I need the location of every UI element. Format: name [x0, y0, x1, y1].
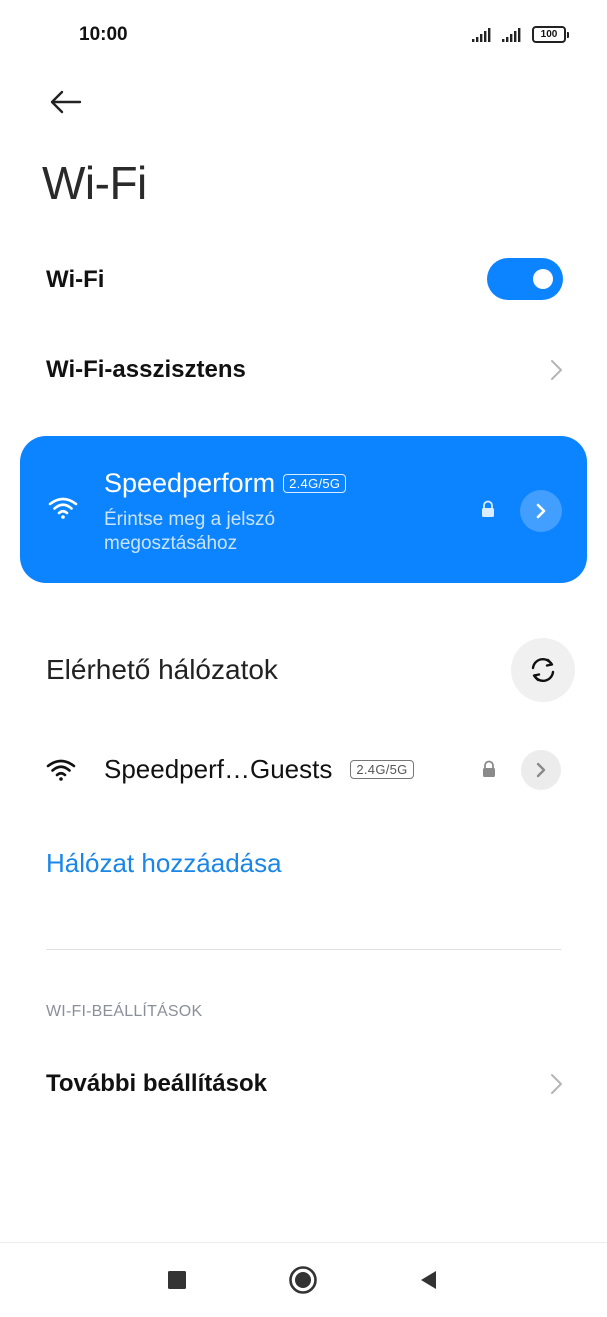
- wifi-assistant-label: Wi-Fi-asszisztens: [46, 356, 246, 383]
- network-name: Speedperf…Guests: [104, 754, 333, 784]
- arrow-left-icon: [50, 90, 82, 114]
- share-password-hint: Érintse meg a jelszó megosztásához: [104, 509, 276, 554]
- battery-icon: 100: [532, 26, 569, 43]
- toggle-knob: [533, 269, 553, 289]
- status-bar: 10:00 100: [0, 0, 607, 72]
- wifi-settings-header: WI-FI-BEÁLLÍTÁSOK: [46, 1003, 203, 1020]
- signal-icon: [472, 27, 491, 42]
- chevron-right-icon: [551, 360, 562, 380]
- network-list-item[interactable]: Speedperf…Guests 2.4G/5G: [0, 740, 607, 800]
- home-button[interactable]: [283, 1263, 323, 1297]
- refresh-icon: [531, 657, 555, 683]
- more-settings-label: További beállítások: [46, 1070, 267, 1097]
- status-time: 10:00: [79, 24, 128, 45]
- chevron-right-icon: [551, 1074, 562, 1094]
- triangle-back-icon: [421, 1271, 436, 1289]
- wifi-toggle-switch[interactable]: [487, 258, 563, 300]
- circle-home-icon: [289, 1266, 317, 1294]
- available-networks-title: Elérhető hálózatok: [46, 654, 278, 685]
- add-network-link[interactable]: Hálózat hozzáadása: [46, 848, 282, 879]
- network-name-line: Speedperf…Guests 2.4G/5G: [104, 754, 414, 785]
- lock-icon: [482, 500, 494, 517]
- band-badge: 2.4G/5G: [283, 474, 347, 493]
- recents-button[interactable]: [157, 1263, 197, 1297]
- status-icons: 100: [472, 26, 569, 43]
- page-title: Wi-Fi: [42, 157, 147, 209]
- chevron-right-icon: [536, 503, 546, 519]
- wifi-assistant-row[interactable]: Wi-Fi-asszisztens: [0, 338, 607, 402]
- connected-network-card[interactable]: Speedperform 2.4G/5G Érintse meg a jelsz…: [20, 436, 587, 583]
- wifi-icon: [46, 759, 76, 781]
- band-badge: 2.4G/5G: [350, 760, 414, 779]
- network-details-button[interactable]: [520, 490, 562, 532]
- square-icon: [168, 1271, 186, 1289]
- refresh-button[interactable]: [511, 638, 575, 702]
- lock-icon: [483, 760, 495, 777]
- connected-network-name-line: Speedperform 2.4G/5G: [104, 468, 347, 499]
- chevron-right-icon: [536, 762, 546, 778]
- divider: [46, 949, 561, 950]
- wifi-icon: [48, 497, 78, 519]
- back-button[interactable]: [40, 80, 90, 124]
- network-details-button[interactable]: [521, 750, 561, 790]
- connected-network-name: Speedperform: [104, 468, 276, 498]
- wifi-toggle-label: Wi-Fi: [46, 266, 105, 293]
- battery-level: 100: [532, 26, 566, 43]
- back-nav-button[interactable]: [408, 1263, 448, 1297]
- signal-icon: [502, 27, 521, 42]
- more-settings-row[interactable]: További beállítások: [0, 1052, 607, 1116]
- navigation-bar: [0, 1242, 607, 1317]
